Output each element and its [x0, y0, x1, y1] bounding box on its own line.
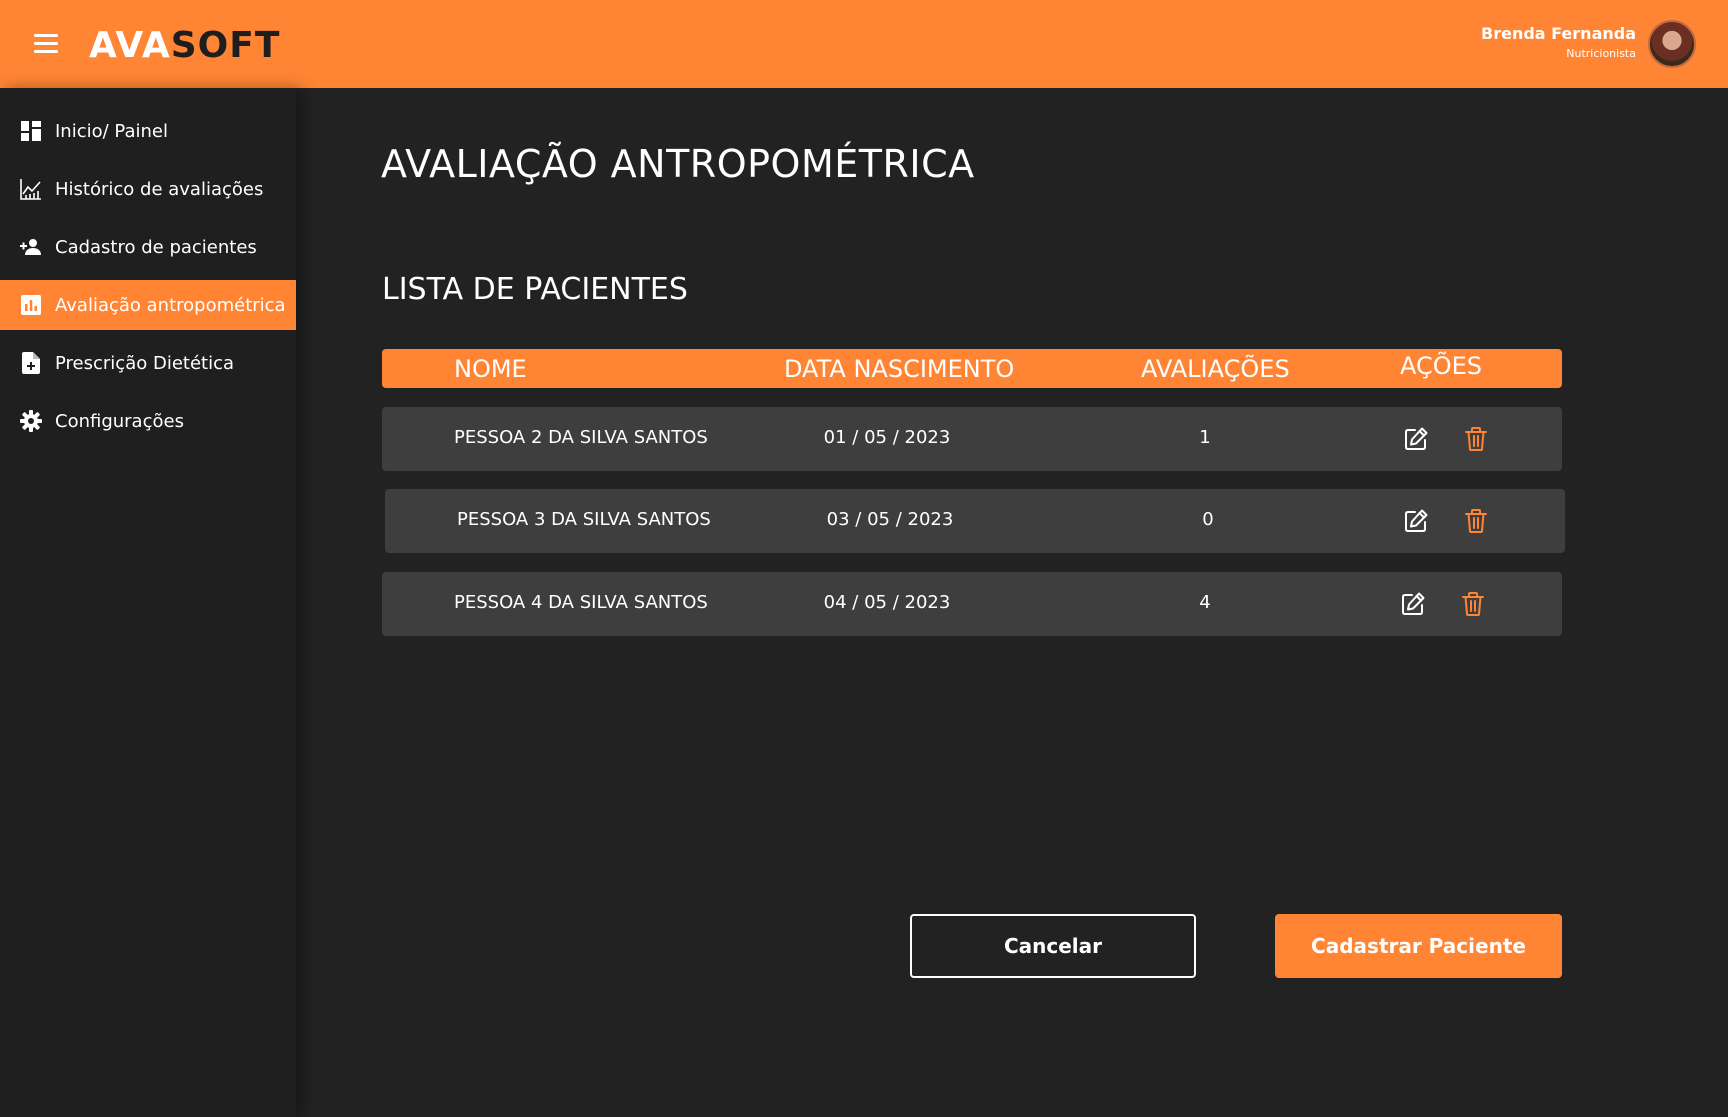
chart-line-icon [20, 178, 42, 200]
trash-icon[interactable] [1464, 508, 1490, 534]
brand-logo-part2: SOFT [170, 25, 281, 66]
edit-icon[interactable] [1403, 508, 1429, 534]
brand-logo-part1: AVA [89, 25, 171, 66]
patient-evaluation-count: 0 [1202, 509, 1214, 530]
patient-evaluation-count: 1 [1199, 427, 1211, 448]
hamburger-menu-icon[interactable] [34, 34, 58, 54]
sidebar-item-cadastro-pacientes[interactable]: Cadastro de pacientes [0, 222, 296, 272]
sidebar-item-label: Inicio/ Painel [55, 120, 168, 142]
patient-name: PESSOA 2 DA SILVA SANTOS [454, 427, 708, 448]
table-row: PESSOA 2 DA SILVA SANTOS 01 / 05 / 2023 … [382, 407, 1562, 471]
top-bar: AVASOFT Brenda Fernanda Nutricionista [0, 0, 1728, 88]
table-header: NOME DATA NASCIMENTO AVALIAÇÕES AÇÕES [382, 349, 1562, 388]
column-header-data-nascimento: DATA NASCIMENTO [784, 355, 1015, 383]
bar-chart-icon [20, 294, 42, 316]
sidebar-item-configuracoes[interactable]: Configurações [0, 396, 296, 446]
avatar[interactable] [1648, 20, 1696, 68]
patient-birth-date: 04 / 05 / 2023 [823, 592, 951, 613]
sidebar-item-label: Configurações [55, 410, 184, 432]
column-header-acoes: AÇÕES [1400, 352, 1483, 380]
section-title: LISTA DE PACIENTES [382, 272, 688, 307]
brand-logo: AVASOFT [89, 24, 280, 68]
sidebar-item-historico[interactable]: Histórico de avaliações [0, 164, 296, 214]
sidebar-item-avaliacao-antropometrica[interactable]: Avaliação antropométrica [0, 280, 296, 330]
sidebar-item-label: Avaliação antropométrica [55, 294, 286, 316]
patient-name: PESSOA 3 DA SILVA SANTOS [457, 509, 711, 530]
sidebar-item-label: Histórico de avaliações [55, 178, 264, 200]
trash-icon[interactable] [1464, 426, 1490, 452]
person-add-icon [20, 236, 42, 258]
dashboard-icon [20, 120, 42, 142]
sidebar-item-prescricao-dietetica[interactable]: Prescrição Dietética [0, 338, 296, 388]
gear-icon [20, 410, 42, 432]
page-title: AVALIAÇÃO ANTROPOMÉTRICA [381, 142, 975, 186]
sidebar-item-label: Cadastro de pacientes [55, 236, 257, 258]
patient-birth-date: 03 / 05 / 2023 [826, 509, 954, 530]
file-add-icon [20, 352, 42, 374]
patient-birth-date: 01 / 05 / 2023 [823, 427, 951, 448]
sidebar-item-inicio-painel[interactable]: Inicio/ Painel [0, 106, 296, 156]
column-header-avaliacoes: AVALIAÇÕES [1141, 355, 1290, 383]
user-role: Nutricionista [1566, 47, 1636, 60]
edit-icon[interactable] [1403, 426, 1429, 452]
table-row: PESSOA 3 DA SILVA SANTOS 03 / 05 / 2023 … [385, 489, 1565, 553]
column-header-nome: NOME [454, 355, 527, 383]
user-name: Brenda Fernanda [1481, 24, 1636, 43]
trash-icon[interactable] [1461, 591, 1487, 617]
edit-icon[interactable] [1400, 591, 1426, 617]
sidebar: Inicio/ Painel Histórico de avaliações C… [0, 88, 296, 1117]
table-row: PESSOA 4 DA SILVA SANTOS 04 / 05 / 2023 … [382, 572, 1562, 636]
patient-name: PESSOA 4 DA SILVA SANTOS [454, 592, 708, 613]
cancel-button[interactable]: Cancelar [910, 914, 1196, 978]
patient-evaluation-count: 4 [1199, 592, 1211, 613]
sidebar-item-label: Prescrição Dietética [55, 352, 235, 374]
user-info: Brenda Fernanda Nutricionista [1481, 24, 1636, 62]
register-patient-button[interactable]: Cadastrar Paciente [1275, 914, 1562, 978]
